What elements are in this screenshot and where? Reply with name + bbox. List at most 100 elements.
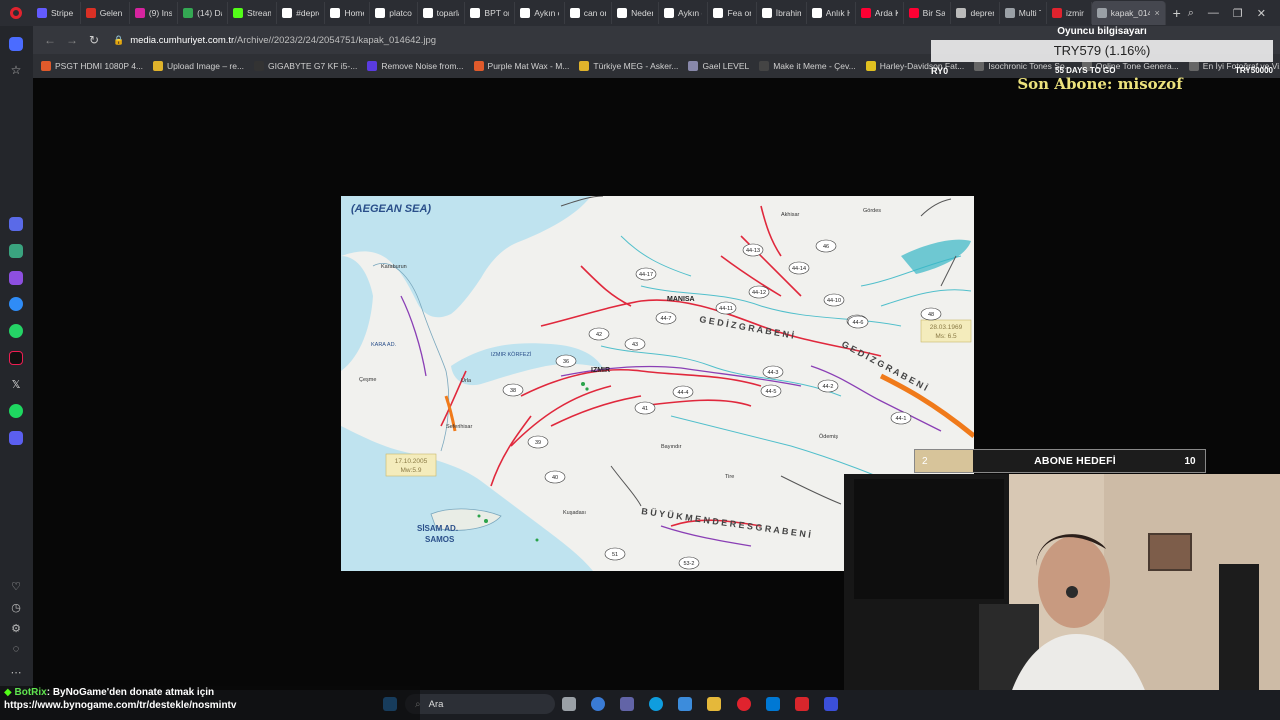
reload-icon[interactable]: ↻ [83, 33, 105, 47]
bookmark-item[interactable]: GIGABYTE G7 KF i5-... [254, 61, 357, 71]
subscriber-goal-current: 2 [922, 455, 928, 467]
tab-label: İbrahim [775, 8, 801, 18]
eq-2005-date: 17.10.2005 [395, 458, 428, 465]
browser-tab[interactable]: depren [951, 2, 1000, 24]
bookmark-item[interactable]: PSGT HDMI 1080P 4... [41, 61, 143, 71]
teams-icon[interactable] [620, 697, 634, 711]
copilot-icon[interactable] [591, 697, 605, 711]
streamer-head [1038, 536, 1110, 628]
browser-tab[interactable]: platcor [370, 2, 418, 24]
monitor-screen [854, 479, 1004, 599]
more-icon[interactable]: ⋯ [8, 664, 24, 680]
browser-tab[interactable]: Anlık H [807, 2, 856, 24]
store-icon[interactable] [678, 697, 692, 711]
browser-tab[interactable]: Multi T [1000, 2, 1047, 24]
minimize-button[interactable]: — [1208, 7, 1219, 20]
tab-label: #depre [296, 8, 319, 18]
tab-favicon-icon [1004, 8, 1015, 18]
new-tab-button[interactable]: + [1166, 5, 1188, 21]
browser-tab[interactable]: Fea on [708, 2, 757, 24]
browser-tab[interactable]: Bir Sar [904, 2, 952, 24]
browser-tab[interactable]: Aykın c [515, 2, 565, 24]
tab-favicon-icon [811, 8, 822, 18]
fault-id-label: 40 [552, 475, 558, 481]
outlook-icon[interactable] [766, 697, 780, 711]
close-window-button[interactable]: ✕ [1257, 7, 1266, 20]
headphone-icon [1066, 586, 1078, 598]
wps-icon[interactable] [795, 697, 809, 711]
opera-logo-icon[interactable] [0, 0, 32, 26]
tab-favicon-icon [183, 8, 194, 18]
last-subscriber-label: Son Abone: misozof [1017, 75, 1183, 93]
browser-tab[interactable]: (14) Da [178, 2, 229, 24]
tab-label: Aykın c [678, 8, 702, 18]
restore-button[interactable]: ❐ [1233, 7, 1243, 20]
chatgpt-icon[interactable] [8, 243, 24, 259]
file-explorer-icon[interactable] [707, 697, 721, 711]
back-arrow-icon[interactable]: ← [39, 33, 61, 47]
lock-icon[interactable]: 🔒 [113, 35, 124, 46]
bookmark-item[interactable]: Türkiye MEG - Asker... [579, 61, 678, 71]
bookmark-label: Gael LEVEL [702, 61, 750, 71]
tiktok-icon[interactable] [8, 350, 24, 366]
browser-tab[interactable]: kapak_0146× [1091, 1, 1166, 25]
app-l-icon[interactable] [824, 697, 838, 711]
browser-tab[interactable]: Neden [612, 2, 660, 24]
x-icon[interactable]: 𝕏 [8, 376, 24, 392]
browser-tab[interactable]: Stripe I [32, 2, 81, 24]
browser-tab[interactable]: İbrahim [757, 2, 807, 24]
browser-tab[interactable]: izmir f [1047, 2, 1092, 24]
fault-id-label: 44-13 [746, 248, 760, 254]
subscriber-goal-target: 10 [1184, 455, 1196, 467]
bookmark-item[interactable]: Upload Image – re... [153, 61, 244, 71]
browser-tab[interactable]: Gelen I [81, 2, 130, 24]
tab-label: Gelen I [99, 8, 124, 18]
browser-tab[interactable]: Aykın c [659, 2, 709, 24]
eq-1969-magnitude: Ms: 6.5 [935, 333, 957, 340]
aria-icon[interactable] [8, 216, 24, 232]
task-view-icon[interactable] [562, 697, 576, 711]
browser-tab[interactable]: (9) Inst [130, 2, 179, 24]
browser-tab[interactable]: #depre [277, 2, 326, 24]
opera-taskbar-icon[interactable] [737, 697, 751, 711]
forward-arrow-icon[interactable]: → [61, 33, 83, 47]
tab-close-icon[interactable]: × [1154, 8, 1159, 18]
lightbulb-icon[interactable]: ◌ [8, 641, 24, 657]
browser-tab[interactable]: Stream [228, 2, 278, 24]
tab-favicon-icon [956, 8, 967, 18]
bookmark-favicon-icon [579, 61, 590, 71]
heart-icon[interactable]: ♡ [8, 578, 24, 594]
whatsapp-icon[interactable] [8, 323, 24, 339]
home-icon[interactable] [8, 36, 24, 52]
fault-id-label: 44-5 [765, 389, 776, 395]
bookmark-item[interactable]: Purple Mat Wax - M... [473, 61, 569, 71]
tab-label: Anlık H [825, 8, 850, 18]
url-field[interactable]: media.cumhuriyet.com.tr/Archive//2023/2/… [130, 35, 436, 46]
browser-tab[interactable]: can on [565, 2, 613, 24]
bookmark-item[interactable]: Make it Meme - Çev... [759, 61, 856, 71]
edge-icon[interactable] [649, 697, 663, 711]
player-icon[interactable] [8, 430, 24, 446]
browser-tab[interactable]: Arda K [856, 2, 904, 24]
bookmark-item[interactable]: Gael LEVEL [688, 61, 749, 71]
browser-tab[interactable]: toparla [418, 2, 466, 24]
settings-gear-icon[interactable]: ⚙ [8, 620, 24, 636]
browser-sidebar: ☆ 𝕏 ♡ ◷ ⚙ ◌ ⋯ [0, 26, 33, 720]
fault-id-label: 44-7 [660, 316, 671, 322]
messenger-icon[interactable] [8, 296, 24, 312]
bookmark-item[interactable]: Remove Noise from... [367, 61, 464, 71]
speed-dial-icon[interactable]: ☆ [8, 62, 24, 78]
tab-label: Neden [631, 8, 653, 18]
history-icon[interactable]: ◷ [8, 599, 24, 615]
taskbar-search[interactable]: ⌕ Ara [405, 694, 555, 714]
tab-label: can on [583, 8, 606, 18]
spotify-icon[interactable] [8, 403, 24, 419]
bookmark-favicon-icon [254, 61, 265, 71]
chatsonic-icon[interactable] [8, 270, 24, 286]
tab-favicon-icon [330, 8, 341, 18]
browser-tab[interactable]: Home [325, 2, 371, 24]
browser-tab[interactable]: BPT on [465, 2, 516, 24]
tab-search-icon[interactable]: ⌕ [1188, 7, 1194, 20]
tab-favicon-icon [1051, 8, 1062, 18]
bookmark-favicon-icon [759, 61, 770, 71]
